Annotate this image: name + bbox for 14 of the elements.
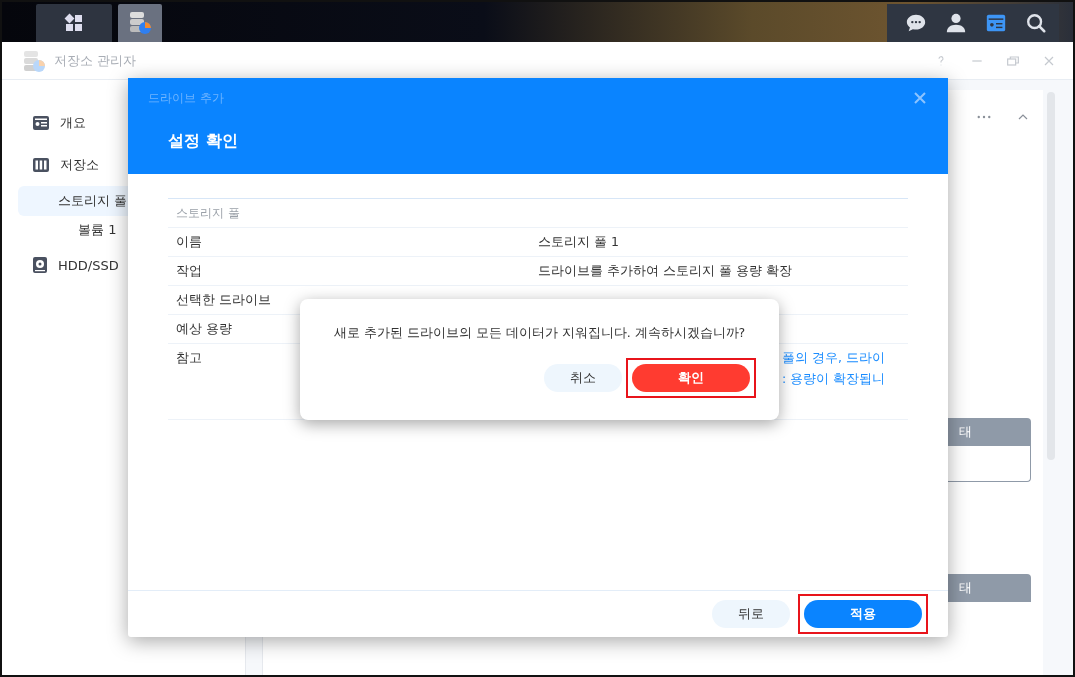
field-label: 작업 [176, 263, 202, 280]
note-text: 풀의 경우, 드라이 [782, 350, 885, 367]
field-value: 드라이브를 추가하여 스토리지 풀 용량 확장 [538, 263, 792, 280]
window-title: 저장소 관리자 [54, 51, 137, 70]
note-text: : 용량이 확장됩니 [782, 371, 886, 388]
field-label: 예상 용량 [176, 321, 232, 338]
dialog-title: 드라이브 추가 [148, 90, 224, 107]
field-label: 이름 [176, 234, 202, 251]
confirm-message: 새로 추가된 드라이브의 모든 데이터가 지워집니다. 계속하시겠습니까? [333, 325, 746, 342]
field-value: 스토리지 풀 1 [538, 234, 619, 251]
dialog-heading: 설정 확인 [168, 131, 238, 152]
field-label: 선택한 드라이브 [176, 292, 271, 309]
section-title: 스토리지 풀 [176, 205, 240, 222]
field-label: 참고 [176, 350, 202, 367]
